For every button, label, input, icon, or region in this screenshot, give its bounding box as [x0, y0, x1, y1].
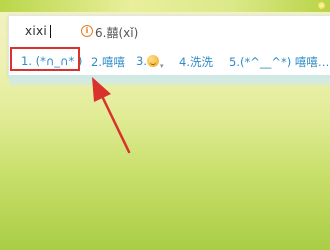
red-arrow-annotation: [92, 77, 131, 154]
